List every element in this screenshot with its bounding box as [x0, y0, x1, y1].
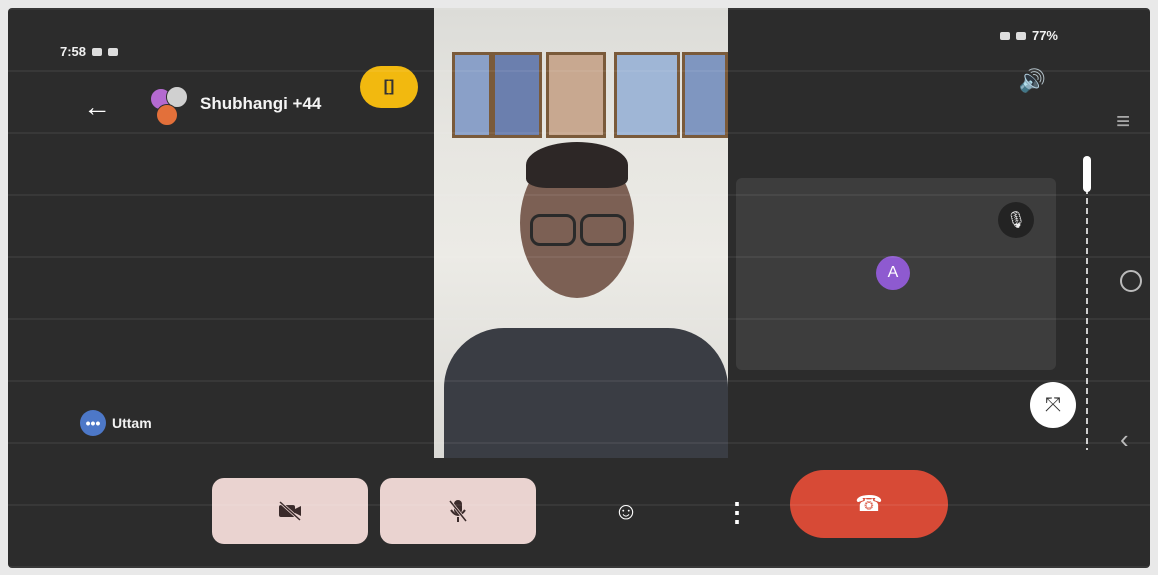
end-call-button[interactable]: ☎ — [790, 470, 948, 538]
scrollbar-thumb[interactable] — [1083, 156, 1091, 192]
speaker-button[interactable]: 🔊 — [1019, 68, 1046, 94]
notification-icon — [108, 47, 119, 56]
more-vert-icon: ⋮ — [724, 496, 750, 527]
more-dots-icon: ••• — [80, 410, 106, 436]
mirror-icon: [] — [383, 78, 395, 95]
speaker-hair — [526, 142, 628, 188]
self-name: Uttam — [112, 415, 152, 431]
active-speaker-video[interactable] — [434, 8, 728, 458]
self-view-label[interactable]: ••• Uttam — [80, 410, 152, 436]
menu-icon: ≡ — [1116, 108, 1131, 135]
speaker-glasses — [530, 214, 626, 246]
emoji-icon: ☺ — [613, 498, 639, 525]
signal-icon — [1015, 31, 1026, 40]
meeting-title[interactable]: Shubhangi +44 — [200, 94, 321, 114]
wall-photo-frame — [682, 52, 728, 138]
mic-off-icon — [448, 500, 468, 522]
wall-photo-frame — [546, 52, 606, 138]
camera-toggle-button[interactable] — [212, 478, 368, 544]
participant-avatars[interactable] — [148, 86, 192, 126]
camera-off-icon — [278, 500, 302, 522]
status-time: 7:58 — [60, 44, 87, 59]
scroll-track[interactable] — [1086, 158, 1088, 450]
notification-icon — [92, 47, 103, 56]
expand-button[interactable]: ⤧ — [1030, 382, 1076, 428]
avatar — [156, 104, 178, 126]
wall-photo-frame — [452, 52, 492, 138]
speaker-body — [444, 328, 728, 458]
back-button[interactable]: ← — [80, 90, 114, 124]
arrow-left-icon: ← — [83, 91, 111, 122]
mirror-button[interactable]: [] — [360, 66, 418, 108]
participant-tile[interactable]: 🎙 A — [736, 178, 1056, 370]
video-call-screen: 7:58 77% ← Shubhangi +44 [] 🔊 🎙 A ⤧ ≡ ‹ … — [8, 8, 1150, 568]
phone-hangup-icon: ☎ — [855, 491, 883, 516]
chevron-left-icon: ‹ — [1120, 424, 1129, 454]
home-button[interactable] — [1120, 270, 1142, 292]
participant-avatar: A — [876, 256, 910, 290]
speaker-icon: 🔊 — [1018, 68, 1046, 93]
reactions-button[interactable]: ☺ — [608, 494, 644, 530]
mic-toggle-button[interactable] — [380, 478, 536, 544]
battery-level: 77% — [1031, 28, 1058, 43]
status-bar-left: 7:58 — [60, 44, 119, 59]
recent-apps-button[interactable]: ≡ — [1116, 110, 1130, 134]
wall-photo-frame — [492, 52, 542, 138]
mic-off-icon: 🎙 — [998, 202, 1034, 238]
status-bar-right: 77% — [999, 28, 1058, 43]
system-back-button[interactable]: ‹ — [1120, 424, 1129, 455]
wall-photo-frame — [614, 52, 680, 138]
expand-icon: ⤧ — [1045, 393, 1061, 416]
wifi-icon — [999, 31, 1010, 40]
more-options-button[interactable]: ⋮ — [722, 494, 752, 530]
